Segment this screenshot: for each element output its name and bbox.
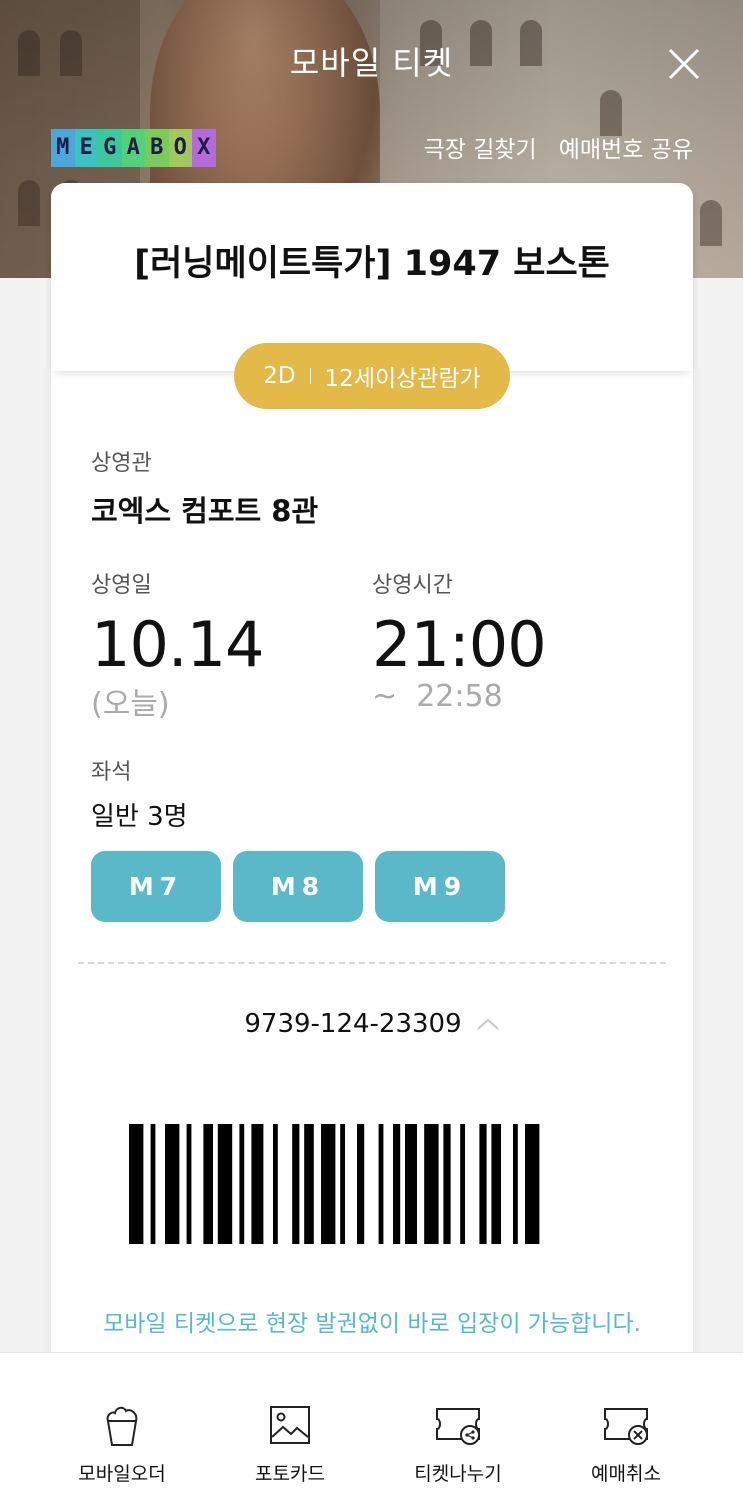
barcode-bar	[525, 1124, 540, 1244]
logo-letter: M	[51, 129, 75, 167]
mobile-order-button[interactable]: 모바일오더	[38, 1353, 206, 1490]
barcode-bar	[150, 1124, 156, 1244]
barcode-bar	[460, 1124, 465, 1244]
seat-list: M7 M8 M9	[91, 851, 505, 922]
cancel-booking-label: 예매취소	[591, 1463, 661, 1485]
ticket-cancel-icon	[604, 1408, 648, 1445]
barcode-bar	[186, 1124, 192, 1244]
directions-link[interactable]: 극장 길찾기	[424, 130, 537, 164]
page-title: 모바일 티켓	[289, 44, 454, 82]
bottom-action-bar: 모바일오더 포토카드 티켓나누기 예매취소	[0, 1352, 743, 1490]
close-button[interactable]	[664, 44, 704, 84]
barcode-bar	[239, 1124, 245, 1244]
format-label: 2D	[263, 363, 296, 389]
badge-divider	[309, 368, 311, 384]
cancel-booking-button[interactable]: 예매취소	[542, 1353, 710, 1490]
barcode-bar	[491, 1124, 501, 1244]
seat-badge: M9	[375, 851, 505, 922]
ticket-barcode	[129, 1124, 540, 1244]
date-note: (오늘)	[91, 687, 170, 722]
barcode-bar	[321, 1124, 336, 1244]
popcorn-icon	[106, 1406, 138, 1446]
rating-label: 12세이상관람가	[324, 366, 481, 392]
photo-card-button[interactable]: 포토카드	[206, 1353, 374, 1490]
show-date: 10.14	[91, 608, 264, 681]
logo-letter: A	[121, 129, 145, 167]
share-ticket-label: 티켓나누기	[414, 1463, 502, 1485]
barcode-bar	[251, 1124, 264, 1244]
photo-icon	[270, 1406, 310, 1444]
barcode-bar	[378, 1124, 384, 1244]
ticket-card: [러닝메이트특가] 1947 보스톤 2D 12세이상관람가 상영관 코엑스 컴…	[51, 183, 693, 1363]
end-time: ~ 22:58	[372, 679, 503, 714]
theater-value: 코엑스 컴포트 8관	[91, 494, 319, 528]
chevron-up-icon	[476, 1018, 499, 1030]
photo-card-label: 포토카드	[255, 1463, 325, 1485]
seat-badge: M8	[233, 851, 363, 922]
start-time: 21:00	[372, 608, 547, 681]
barcode-bar	[393, 1124, 401, 1244]
header-links: 극장 길찾기 예매번호 공유	[424, 130, 693, 164]
booking-number: 9739-124-23309	[244, 1009, 462, 1039]
barcode-bar	[292, 1124, 300, 1244]
logo-letter: G	[98, 129, 122, 167]
logo-letter: X	[192, 129, 216, 167]
seat-badge: M7	[91, 851, 221, 922]
dashed-divider	[78, 962, 666, 964]
barcode-bar	[340, 1124, 345, 1244]
mobile-order-label: 모바일오더	[78, 1463, 166, 1485]
close-icon	[668, 48, 700, 80]
seat-summary: 일반 3명	[91, 802, 188, 832]
date-label: 상영일	[91, 573, 152, 598]
logo-letter: O	[168, 129, 192, 167]
barcode-bar	[203, 1124, 213, 1244]
time-label: 상영시간	[372, 573, 453, 598]
logo-letter: E	[74, 129, 98, 167]
barcode-bar	[443, 1124, 451, 1244]
barcode-bar	[165, 1124, 180, 1244]
barcode-bar	[405, 1124, 417, 1244]
entry-notice: 모바일 티켓으로 현장 발권없이 바로 입장이 가능합니다.	[103, 1311, 641, 1337]
seat-label: 좌석	[91, 760, 132, 785]
ticket-share-icon	[436, 1408, 480, 1445]
booking-number-toggle[interactable]: 9739-124-23309	[51, 1009, 693, 1039]
barcode-bar	[479, 1124, 487, 1244]
barcode-bar	[357, 1124, 365, 1244]
share-ticket-button[interactable]: 티켓나누기	[374, 1353, 542, 1490]
barcode-bar	[273, 1124, 278, 1244]
barcode-bar	[513, 1124, 518, 1244]
logo-letter: B	[145, 129, 169, 167]
barcode-bar	[129, 1124, 144, 1244]
barcode-bar	[304, 1124, 314, 1244]
barcode-bar	[424, 1124, 439, 1244]
theater-label: 상영관	[91, 451, 152, 476]
format-rating-badge: 2D 12세이상관람가	[234, 343, 510, 409]
share-booking-link[interactable]: 예매번호 공유	[559, 130, 693, 164]
movie-title: [러닝메이트특가] 1947 보스톤	[134, 244, 610, 284]
barcode-bar	[217, 1124, 233, 1244]
megabox-logo: MEGABOX	[51, 129, 216, 167]
